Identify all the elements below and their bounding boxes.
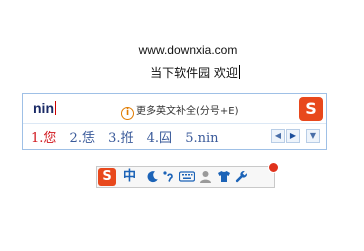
url-text-line: www.downxia.com (138, 43, 238, 57)
composition-text: nin (33, 100, 56, 116)
shirt-icon[interactable] (217, 170, 231, 184)
editor-text-line[interactable]: 当下软件园 欢迎 (13, 64, 364, 81)
completion-hint[interactable]: i 更多英文补全(分号+E) (121, 102, 239, 120)
previous-page-button[interactable]: ◀ (271, 129, 285, 143)
candidate-item[interactable]: 5.nin (185, 131, 218, 146)
user-skin-icon[interactable] (199, 170, 212, 184)
composition-caret (55, 101, 56, 115)
sogou-logo-icon[interactable]: S (98, 168, 116, 186)
composition-string: nin (33, 100, 54, 116)
candidate-item[interactable]: 4.囜 (147, 127, 172, 146)
text-caret (238, 65, 240, 79)
wrench-icon[interactable] (235, 170, 248, 184)
editor-text: 当下软件园 欢迎 (150, 66, 238, 80)
candidate-item[interactable]: 3.拰 (108, 127, 133, 146)
candidate-item[interactable]: 1.您 (31, 127, 56, 146)
candidate-item[interactable]: 2.恁 (70, 127, 95, 146)
keyboard-icon[interactable] (178, 170, 196, 184)
punctuation-icon[interactable] (162, 170, 175, 184)
page-controls: ◀ ▶ ▼ (270, 129, 320, 148)
ime-candidate-window: nin i 更多英文补全(分号+E) S 1.您 2.恁 3.拰 4.囜 5.ni… (22, 93, 327, 150)
info-icon: i (121, 107, 134, 120)
ime-status-bar: S 中 (96, 162, 279, 188)
notification-dot (268, 162, 279, 173)
next-page-button[interactable]: ▶ (286, 129, 300, 143)
expand-candidates-button[interactable]: ▼ (306, 129, 320, 143)
composition-row: nin i 更多英文补全(分号+E) S (23, 94, 326, 124)
candidate-list: 1.您 2.恁 3.拰 4.囜 5.nin (31, 127, 228, 147)
sogou-logo-icon[interactable]: S (299, 97, 323, 121)
moon-icon[interactable] (146, 170, 159, 184)
chinese-mode-toggle[interactable]: 中 (123, 170, 136, 184)
completion-hint-text: 更多英文补全(分号+E) (136, 106, 239, 117)
